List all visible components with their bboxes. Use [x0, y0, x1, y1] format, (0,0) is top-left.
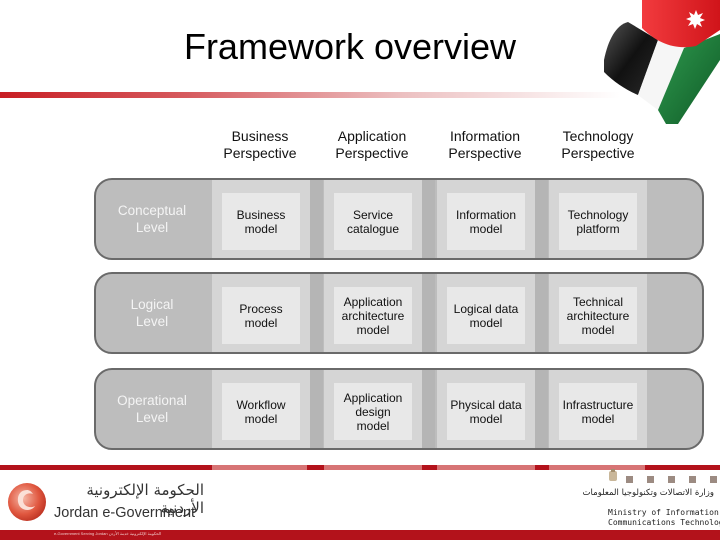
footer-divider-band	[324, 465, 422, 470]
egov-logo-english-text: Jordan e-Government	[54, 505, 196, 521]
cell-text-line: Technology	[567, 207, 629, 222]
cell-operational-application: Application design model	[334, 383, 412, 440]
column-header-business: Business Perspective	[205, 128, 315, 162]
cell-operational-information: Physical data model	[447, 383, 525, 440]
cell-text-line: Service	[352, 207, 393, 222]
cell-logical-information: Logical data model	[447, 287, 525, 344]
cell-conceptual-application: Service catalogue	[334, 193, 412, 250]
ministry-english-text: Ministry of Information and Communicatio…	[608, 508, 720, 528]
level-label-line: Logical	[130, 297, 174, 312]
cell-text-line: model	[469, 315, 503, 330]
column-header-line: Perspective	[448, 145, 522, 161]
jordan-flag-icon	[604, 0, 720, 124]
level-label-line: Level	[135, 220, 169, 235]
column-header-technology: Technology Perspective	[543, 128, 653, 162]
column-separator	[422, 180, 435, 258]
title-underline	[0, 92, 620, 98]
column-separator	[535, 274, 548, 352]
cell-text-line: model	[244, 315, 278, 330]
row-logical-level: Logical Level Process model Application archi…	[94, 272, 704, 354]
cell-text-line: Information	[455, 207, 517, 222]
row-conceptual-level: Conceptual Level Business model Service catal…	[94, 178, 704, 260]
cell-text-line: architecture	[341, 308, 405, 323]
column-header-line: Perspective	[335, 145, 409, 161]
column-header-line: Business	[231, 128, 289, 144]
level-label: Operational Level	[94, 368, 210, 450]
cell-text-line: model	[469, 411, 503, 426]
column-header-line: Perspective	[561, 145, 635, 161]
cell-logical-business: Process model	[222, 287, 300, 344]
cell-text-line: Process	[239, 301, 283, 316]
slide-title: Framework overview	[183, 26, 517, 67]
column-separator	[535, 180, 548, 258]
ministry-arabic-text: وزارة الاتصالات وتكنولوجيا المعلومات	[582, 488, 714, 498]
cell-text-line: Application	[343, 294, 403, 309]
level-label-line: Level	[135, 410, 169, 425]
cell-text-line: Physical data	[450, 397, 522, 412]
cell-text-line: Logical data	[453, 301, 519, 316]
column-separator	[310, 180, 323, 258]
cell-logical-technology: Technical architecture model	[559, 287, 637, 344]
row-operational-level: Operational Level Workflow model Application…	[94, 368, 704, 450]
cell-text-line: model	[244, 411, 278, 426]
cell-operational-technology: Infrastructure model	[559, 383, 637, 440]
footer-strip-text: e-Government Serving Jordan الحكومة الإل…	[54, 531, 162, 536]
cell-conceptual-business: Business model	[222, 193, 300, 250]
cell-operational-business: Workflow model	[222, 383, 300, 440]
cell-text-line: design	[355, 404, 391, 419]
jordan-egov-logo-icon	[8, 483, 46, 521]
cell-text-line: model	[244, 221, 278, 236]
level-label: Logical Level	[94, 272, 210, 354]
ministry-english-line: Ministry of Information and	[608, 508, 720, 517]
cell-text-line: platform	[576, 221, 620, 236]
cell-text-line: catalogue	[346, 221, 400, 236]
cell-text-line: Workflow	[236, 397, 286, 412]
cell-text-line: model	[581, 322, 615, 337]
cell-text-line: Business	[236, 207, 286, 222]
footer-divider-band	[212, 465, 307, 470]
column-header-information: Information Perspective	[430, 128, 540, 162]
footer-divider-band	[549, 465, 645, 470]
footer-divider-band	[437, 465, 535, 470]
cell-conceptual-information: Information model	[447, 193, 525, 250]
cell-text-line: architecture	[566, 308, 630, 323]
column-separator	[310, 274, 323, 352]
column-header-line: Information	[449, 128, 521, 144]
column-header-line: Technology	[562, 128, 634, 144]
cell-text-line: model	[581, 411, 615, 426]
column-header-application: Application Perspective	[317, 128, 427, 162]
column-separator	[422, 274, 435, 352]
level-label-line: Level	[135, 314, 169, 329]
column-header-line: Perspective	[223, 145, 297, 161]
cell-text-line: model	[469, 221, 503, 236]
cell-conceptual-technology: Technology platform	[559, 193, 637, 250]
cell-text-line: Application	[343, 390, 403, 405]
ministry-dots-decoration	[626, 476, 717, 483]
cell-text-line: Technical	[572, 294, 623, 309]
coat-of-arms-icon	[609, 469, 617, 481]
level-label: Conceptual Level	[94, 178, 210, 260]
cell-text-line: model	[356, 418, 390, 433]
ministry-english-line: Communications Technology	[608, 518, 720, 527]
column-separator	[310, 370, 323, 448]
cell-logical-application: Application architecture model	[334, 287, 412, 344]
column-separator	[535, 370, 548, 448]
column-separator	[422, 370, 435, 448]
level-label-line: Operational	[117, 393, 187, 408]
level-label-line: Conceptual	[117, 203, 187, 218]
cell-text-line: Infrastructure	[562, 397, 634, 412]
cell-text-line: model	[356, 322, 390, 337]
column-header-line: Application	[337, 128, 407, 144]
